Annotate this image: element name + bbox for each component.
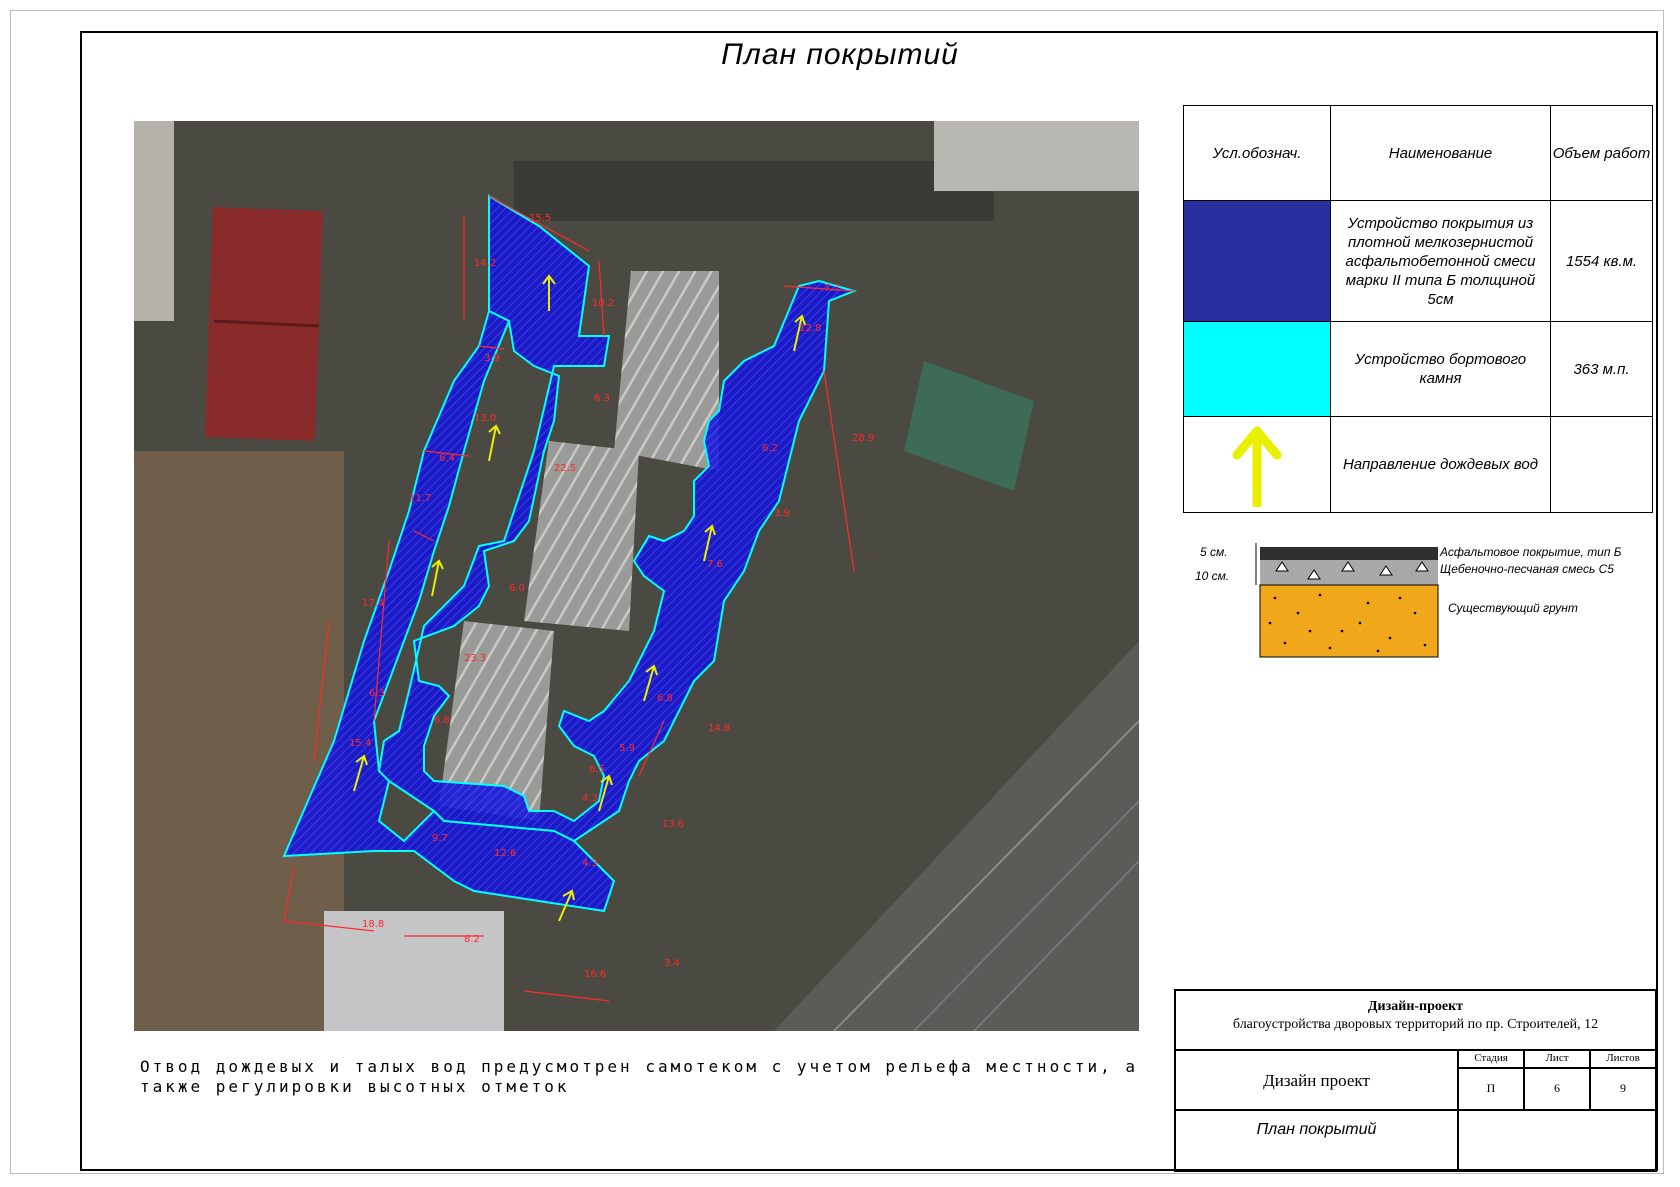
title-block: Дизайн-проект благоустройства дворовых т… xyxy=(1174,989,1657,1172)
dimension-label: 6.4 xyxy=(439,453,455,464)
dimension-label: 6.3 xyxy=(594,393,610,404)
empty-cell xyxy=(1457,1109,1657,1172)
col-stage-label: Стадия xyxy=(1474,1052,1508,1064)
dimension-label: 10.2 xyxy=(592,298,614,309)
dimension-label: 16.6 xyxy=(584,969,606,980)
top-right-building xyxy=(934,121,1139,191)
dimension-label: 6.2 xyxy=(762,443,778,454)
top-left-building xyxy=(134,121,174,321)
dimension-label: 3.9 xyxy=(774,508,790,519)
dimension-label: 7.7 xyxy=(824,283,840,294)
legend-row-volume: 363 м.п. xyxy=(1550,321,1653,417)
legend-table: Усл.обознач. Наименование Объем работ Ус… xyxy=(1183,105,1653,513)
legend-row-volume: 1554 кв.м. xyxy=(1550,200,1653,322)
layer-soil-label: Существующий грунт xyxy=(1448,601,1578,615)
layer-gravel-label: Щебеночно-песчаная смесь С5 xyxy=(1440,562,1614,576)
thickness-top-label: 5 см. xyxy=(1200,545,1228,559)
dimension-label: 6.0 xyxy=(509,583,525,594)
thickness-bottom-label: 10 см. xyxy=(1195,569,1230,583)
page-title: План покрытий xyxy=(721,38,959,71)
dimension-label: 4.3 xyxy=(582,793,598,804)
legend-header-volume: Объем работ xyxy=(1550,105,1653,201)
rain-direction-swatch xyxy=(1183,416,1331,513)
dimension-label: 6.5 xyxy=(589,764,605,775)
curb-swatch xyxy=(1183,321,1331,417)
dimension-label: 6.8 xyxy=(434,715,450,726)
legend-row-name: Устройство покрытия из плотной мелкозерн… xyxy=(1330,200,1551,322)
dimension-label: 9.7 xyxy=(432,833,448,844)
top-road xyxy=(514,161,994,221)
sheets-value: 9 xyxy=(1620,1081,1626,1095)
col-sheet-label: Лист xyxy=(1545,1052,1569,1064)
dimension-label: 15.5 xyxy=(529,213,551,224)
drawing-name-cell xyxy=(1174,1109,1459,1172)
dimension-label: 13.6 xyxy=(662,819,684,830)
legend-header-symbol: Усл.обознач. xyxy=(1183,105,1331,201)
legend-row-name: Направление дождевых вод xyxy=(1330,416,1551,513)
dimension-label: 8.2 xyxy=(464,934,480,945)
site-plan-svg: 15.5 14.2 10.2 3.9 13.0 6.4 6.3 22.5 11.… xyxy=(134,121,1139,1031)
dimension-label: 7.6 xyxy=(707,559,723,570)
dimension-label: 18.8 xyxy=(362,919,384,930)
drawing-name: План покрытий xyxy=(1256,1121,1377,1138)
dimension-label: 4.3 xyxy=(582,858,598,869)
drainage-note: Отвод дождевых и талых вод предусмотрен … xyxy=(140,1057,1138,1097)
legend-header-name: Наименование xyxy=(1330,105,1551,201)
dimension-label: 22.5 xyxy=(554,463,576,474)
pavement-section: 5 см. 10 см. Асфальтовое покрытие, тип Б… xyxy=(1190,543,1640,663)
kindergarten-yard xyxy=(134,451,344,1031)
dimension-label: 12.6 xyxy=(494,848,516,859)
project-title: Дизайн-проект xyxy=(1367,999,1464,1014)
legend-row-volume xyxy=(1550,416,1653,513)
stage-label: Дизайн проект xyxy=(1263,1071,1370,1090)
dimension-label: 5.9 xyxy=(619,743,635,754)
dimension-label: 6.3 xyxy=(369,688,385,699)
dimension-label: 15.4 xyxy=(349,738,371,749)
drainage-note-line1: Отвод дождевых и талых вод предусмотрен … xyxy=(140,1057,1138,1076)
arrow-up-icon xyxy=(1232,426,1282,510)
dimension-label: 11.7 xyxy=(409,493,431,504)
dimension-label: 17.4 xyxy=(362,598,384,609)
dimension-label: 12.8 xyxy=(799,323,821,334)
asphalt-swatch xyxy=(1183,200,1331,322)
dimension-label: 14.8 xyxy=(708,723,730,734)
layer-asphalt-label: Асфальтовое покрытие, тип Б xyxy=(1440,545,1622,559)
legend-row-name: Устройство бортового камня xyxy=(1330,321,1551,417)
dimension-label: 3.4 xyxy=(664,958,680,969)
dimension-label: 6.8 xyxy=(657,693,673,704)
aerial-site-plan: 15.5 14.2 10.2 3.9 13.0 6.4 6.3 22.5 11.… xyxy=(134,121,1139,1031)
dimension-label: 28.9 xyxy=(852,433,874,444)
dimension-label: 23.3 xyxy=(464,653,486,664)
col-sheets-label: Листов xyxy=(1606,1052,1640,1064)
dimension-label: 3.9 xyxy=(484,353,500,364)
stage-value: П xyxy=(1486,1081,1496,1095)
drainage-note-line2: также регулировки высотных отметок xyxy=(140,1077,570,1096)
sheet-value: 6 xyxy=(1554,1081,1560,1095)
project-subtitle: благоустройства дворовых территорий по п… xyxy=(1232,1017,1599,1032)
section-drawing xyxy=(1255,543,1439,658)
dimension-label: 13.0 xyxy=(474,413,496,424)
dimension-label: 14.2 xyxy=(474,258,496,269)
